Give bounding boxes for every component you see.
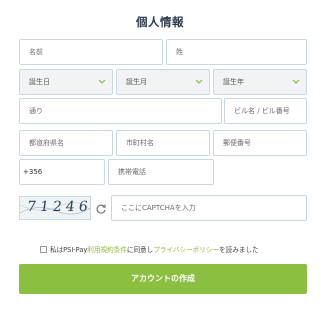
country-code-field[interactable]: +356 bbox=[19, 159, 105, 185]
prefecture-field[interactable]: 都道府県名 bbox=[19, 130, 113, 156]
captcha-placeholder: ここにCAPTCHAを入力 bbox=[121, 204, 196, 212]
terms-suffix: を読みました bbox=[219, 246, 259, 254]
privacy-policy-link[interactable]: プライバシーポリシー bbox=[153, 246, 219, 254]
chevron-down-icon bbox=[292, 79, 300, 84]
city-placeholder: 市町村名 bbox=[126, 139, 154, 147]
terms-link[interactable]: 利用規約条件 bbox=[87, 246, 127, 254]
chevron-down-icon bbox=[98, 79, 106, 84]
street-field[interactable]: 通り bbox=[19, 98, 222, 124]
last-name-placeholder: 姓 bbox=[176, 48, 183, 56]
last-name-field[interactable]: 姓 bbox=[166, 39, 307, 65]
captcha-input[interactable]: ここにCAPTCHAを入力 bbox=[111, 195, 307, 221]
mobile-field[interactable]: 携帯電話 bbox=[108, 159, 214, 185]
postal-code-placeholder: 郵便番号 bbox=[223, 139, 251, 147]
refresh-icon[interactable] bbox=[95, 203, 107, 215]
mobile-placeholder: 携帯電話 bbox=[118, 168, 146, 176]
terms-middle: に同意し bbox=[126, 246, 154, 254]
terms-prefix: 私はPSI-Pay bbox=[50, 246, 88, 254]
captcha-image: 712461 bbox=[19, 196, 91, 220]
page-title: 個人情報 bbox=[136, 15, 184, 29]
country-code-value: +356 bbox=[23, 168, 43, 176]
building-field[interactable]: ビル名 / ビル番号 bbox=[224, 98, 307, 124]
first-name-placeholder: 名前 bbox=[29, 48, 43, 56]
birth-month-label: 誕生月 bbox=[126, 78, 147, 86]
captcha-text: 712461 bbox=[25, 199, 91, 215]
city-field[interactable]: 市町村名 bbox=[116, 130, 210, 156]
first-name-field[interactable]: 名前 bbox=[19, 39, 163, 65]
terms-checkbox[interactable] bbox=[40, 246, 47, 253]
building-placeholder: ビル名 / ビル番号 bbox=[234, 107, 290, 115]
birth-day-select[interactable]: 誕生日 bbox=[19, 69, 113, 95]
chevron-down-icon bbox=[195, 79, 203, 84]
birth-month-select[interactable]: 誕生月 bbox=[116, 69, 210, 95]
birth-day-label: 誕生日 bbox=[29, 78, 50, 86]
create-account-button[interactable]: アカウントの作成 bbox=[19, 264, 307, 294]
birth-year-label: 誕生年 bbox=[223, 78, 244, 86]
postal-code-field[interactable]: 郵便番号 bbox=[213, 130, 307, 156]
terms-text: 私はPSI-Pay利用規約条件に同意しプライバシーポリシーを読みました bbox=[50, 244, 259, 254]
prefecture-placeholder: 都道府県名 bbox=[29, 139, 64, 147]
street-placeholder: 通り bbox=[29, 107, 43, 115]
birth-year-select[interactable]: 誕生年 bbox=[213, 69, 307, 95]
